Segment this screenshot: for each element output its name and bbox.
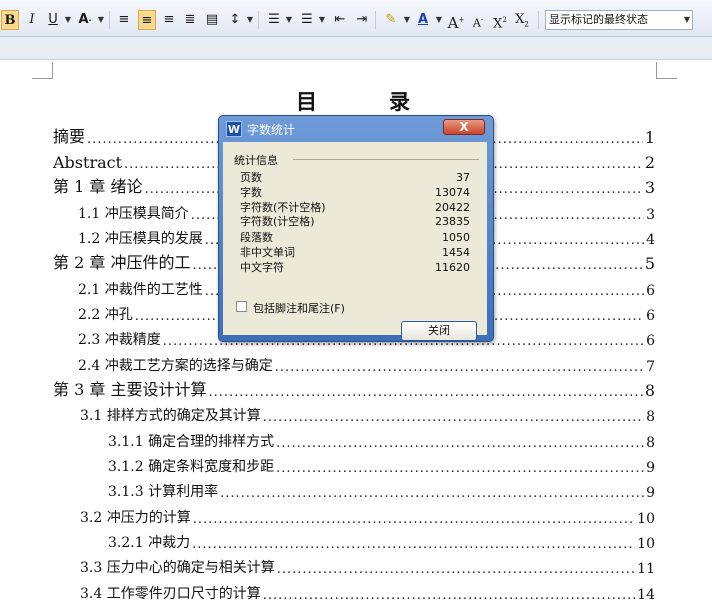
stat-row-pages: 页数 37: [240, 171, 470, 184]
stat-row-chars-no-spaces: 字符数(不计空格) 20422: [240, 201, 470, 214]
group-divider: [293, 159, 479, 160]
dialog-title: 字数统计: [247, 123, 296, 137]
char-shading-button[interactable]: A·: [76, 10, 94, 30]
stat-row-paragraphs: 段落数 1050: [240, 231, 470, 244]
include-footnotes-label[interactable]: 包括脚注和尾注(F): [253, 300, 345, 316]
toc-entry[interactable]: 3.4 工作零件刃口尺寸的计算14: [80, 581, 655, 603]
toc-entry[interactable]: 第 3 章 主要设计计算8: [53, 378, 655, 400]
char-shading-dropdown-icon[interactable]: ▼: [97, 10, 105, 30]
numbered-list-dropdown-icon[interactable]: ▼: [285, 10, 293, 30]
page-corner-mark: [32, 62, 53, 79]
font-color-button[interactable]: A: [414, 10, 432, 30]
close-icon[interactable]: X: [443, 119, 485, 135]
bullet-list-dropdown-icon[interactable]: ▼: [318, 10, 326, 30]
decrease-indent-icon[interactable]: ⇤: [331, 10, 349, 30]
wps-writer-icon: W: [226, 121, 242, 137]
word-count-dialog: W 字数统计 X 统计信息 页数 37 字数 13074 字符数(不计空格) 2042…: [218, 115, 494, 342]
toc-entry[interactable]: 3.3 压力中心的确定与相关计算11: [80, 555, 655, 577]
italic-button[interactable]: I: [23, 10, 41, 30]
align-center-icon[interactable]: ≡: [138, 10, 156, 30]
toc-title: 目录: [296, 89, 412, 114]
close-button[interactable]: 关闭: [401, 321, 477, 341]
markup-view-select[interactable]: 显示标记的最终状态 ▼: [545, 10, 693, 30]
bullet-list-icon[interactable]: ☰: [298, 10, 316, 30]
bold-button[interactable]: B: [1, 10, 19, 30]
justify-icon[interactable]: ≣: [181, 10, 199, 30]
stat-row-non-chinese-words: 非中文单词 1454: [240, 246, 470, 259]
superscript-icon[interactable]: X2: [491, 10, 509, 31]
numbered-list-icon[interactable]: ☰: [265, 10, 283, 30]
stat-row-chars-with-spaces: 字符数(计空格) 23835: [240, 215, 470, 228]
toc-entry[interactable]: 3.1.2 确定条料宽度和步距9: [108, 454, 655, 476]
line-spacing-dropdown-icon[interactable]: ▼: [246, 10, 254, 30]
increase-indent-icon[interactable]: ⇥: [353, 10, 371, 30]
align-right-icon[interactable]: ≡: [160, 10, 178, 30]
line-spacing-icon[interactable]: ↕: [226, 10, 244, 30]
dialog-titlebar[interactable]: W 字数统计 X: [219, 116, 493, 140]
toc-entry[interactable]: 3.2 冲压力的计算10: [80, 505, 655, 527]
toc-entry[interactable]: 3.1.3 计算利用率9: [108, 479, 655, 501]
markup-view-value: 显示标记的最终状态: [549, 13, 648, 26]
dialog-body: 统计信息 页数 37 字数 13074 字符数(不计空格) 20422 字符数(计空格…: [223, 142, 487, 341]
toc-entry[interactable]: 3.1.1 确定合理的排样方式8: [108, 429, 655, 451]
shrink-font-icon[interactable]: A-: [469, 10, 487, 30]
toc-entry[interactable]: 3.2.1 冲裁力10: [108, 530, 655, 552]
toc-entry[interactable]: 3.1 排样方式的确定及其计算8: [80, 403, 655, 425]
stats-group-label: 统计信息: [234, 154, 278, 167]
stat-row-chinese-chars: 中文字符 11620: [240, 261, 470, 274]
underline-dropdown-icon[interactable]: ▼: [64, 10, 72, 30]
toc-entry[interactable]: 2.4 冲裁工艺方案的选择与确定7: [78, 353, 655, 375]
align-left-icon[interactable]: ≡: [115, 10, 133, 30]
highlight-dropdown-icon[interactable]: ▼: [403, 10, 411, 30]
font-color-dropdown-icon[interactable]: ▼: [435, 10, 443, 30]
formatting-toolbar: B I U ▼ A· ▼ ≡ ≡ ≡ ≣ ▤ ↕ ▼ ☰ ▼ ☰ ▼ ⇤ ⇥ ✎…: [0, 0, 712, 37]
stat-row-words: 字数 13074: [240, 186, 470, 199]
highlight-icon[interactable]: ✎: [382, 10, 400, 30]
underline-button[interactable]: U: [44, 10, 62, 30]
include-footnotes-checkbox[interactable]: [236, 301, 247, 312]
chevron-down-icon: ▼: [683, 15, 690, 24]
page-corner-mark: [656, 62, 677, 79]
distribute-icon[interactable]: ▤: [203, 10, 221, 30]
subscript-icon[interactable]: X2: [513, 10, 531, 30]
secondary-toolbar: [0, 37, 712, 60]
grow-font-icon[interactable]: A+: [447, 10, 465, 32]
